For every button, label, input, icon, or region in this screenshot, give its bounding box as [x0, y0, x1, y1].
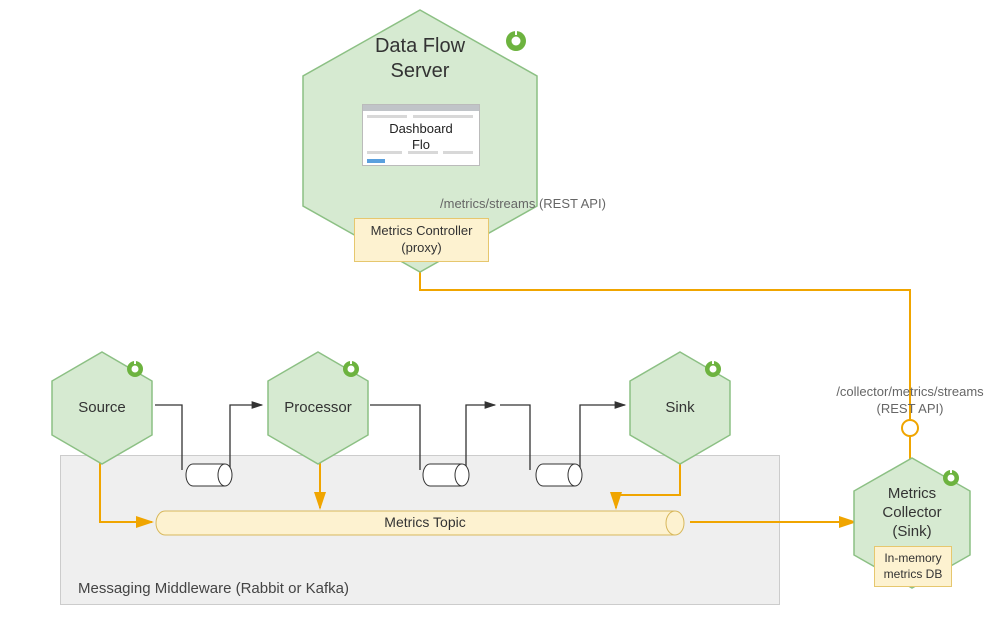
queue-icon — [535, 462, 583, 493]
collector-api-label: /collector/metrics/streams (REST API) — [820, 384, 1000, 418]
messaging-middleware-label: Messaging Middleware (Rabbit or Kafka) — [78, 580, 349, 597]
sink-label: Sink — [626, 399, 734, 418]
dashboard-flo-label: Dashboard Flo — [363, 121, 479, 152]
metrics-collector-title: Metrics Collector (Sink) — [850, 485, 974, 541]
processor-label: Processor — [264, 399, 372, 418]
spring-icon — [505, 30, 527, 57]
in-memory-db-box: In-memory metrics DB — [874, 546, 952, 587]
queue-icon — [185, 462, 233, 493]
spring-icon — [126, 360, 144, 383]
source-label: Source — [48, 399, 156, 418]
metrics-topic-label: Metrics Topic — [375, 514, 475, 530]
metrics-controller-box: Metrics Controller (proxy) — [354, 218, 489, 262]
spring-icon — [704, 360, 722, 383]
spring-icon — [942, 469, 960, 492]
architecture-diagram: Messaging Middleware (Rabbit or Kafka) M… — [0, 0, 1003, 623]
queue-icon — [422, 462, 470, 493]
spring-icon — [342, 360, 360, 383]
dashboard-flo-box: Dashboard Flo — [362, 104, 480, 166]
metrics-streams-api-label: /metrics/streams (REST API) — [440, 196, 650, 213]
